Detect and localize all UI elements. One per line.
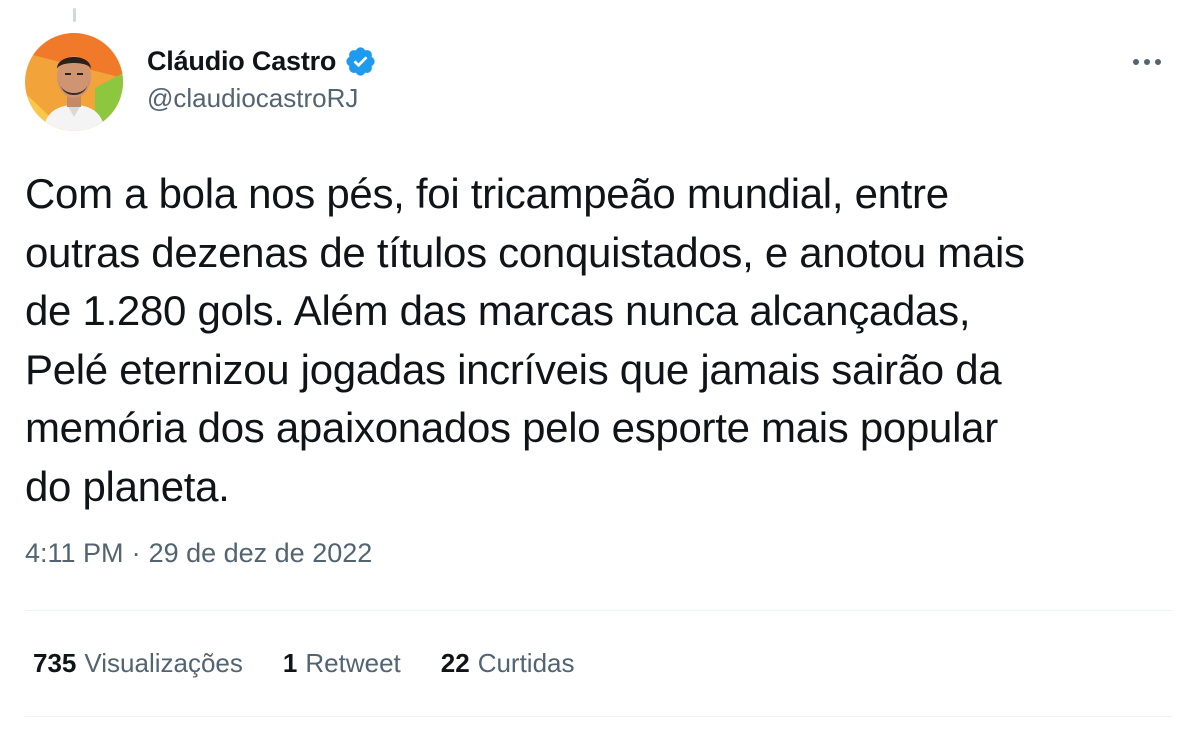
tweet-timestamp[interactable]: 4:11 PM · 29 de dez de 2022 [25,538,372,569]
likes-stat[interactable]: 22 Curtidas [441,648,575,679]
divider-top [25,610,1173,611]
likes-label: Curtidas [477,648,575,678]
retweets-label: Retweet [305,648,401,678]
author-avatar[interactable] [25,33,123,131]
views-label: Visualizações [84,648,243,678]
views-stat[interactable]: 735 Visualizações [33,648,243,679]
tweet-stats: 735 Visualizações 1 Retweet 22 Curtidas [33,648,615,679]
author-display-name[interactable]: Cláudio Castro [147,46,336,77]
retweets-count: 1 [282,648,298,678]
views-count: 735 [33,648,77,678]
thread-connector-line [73,8,76,22]
author-info: Cláudio Castro @claudiocastroRJ [147,43,377,114]
divider-bottom [25,716,1173,717]
tweet-time: 4:11 PM [25,538,124,568]
more-options-icon [1133,59,1161,65]
timestamp-separator: · [131,538,141,568]
tweet-date: 29 de dez de 2022 [148,538,373,568]
tweet-text: Com a bola nos pés, foi tricampeão mundi… [25,170,1025,510]
tweet-header: Cláudio Castro @claudiocastroRJ [25,33,1175,133]
author-handle[interactable]: @claudiocastroRJ [147,83,377,114]
verified-badge-icon[interactable] [344,45,377,78]
more-options-button[interactable] [1127,47,1167,77]
avatar-image [25,33,123,131]
retweets-stat[interactable]: 1 Retweet [283,648,401,679]
likes-count: 22 [440,648,470,678]
author-name-row: Cláudio Castro [147,43,377,79]
